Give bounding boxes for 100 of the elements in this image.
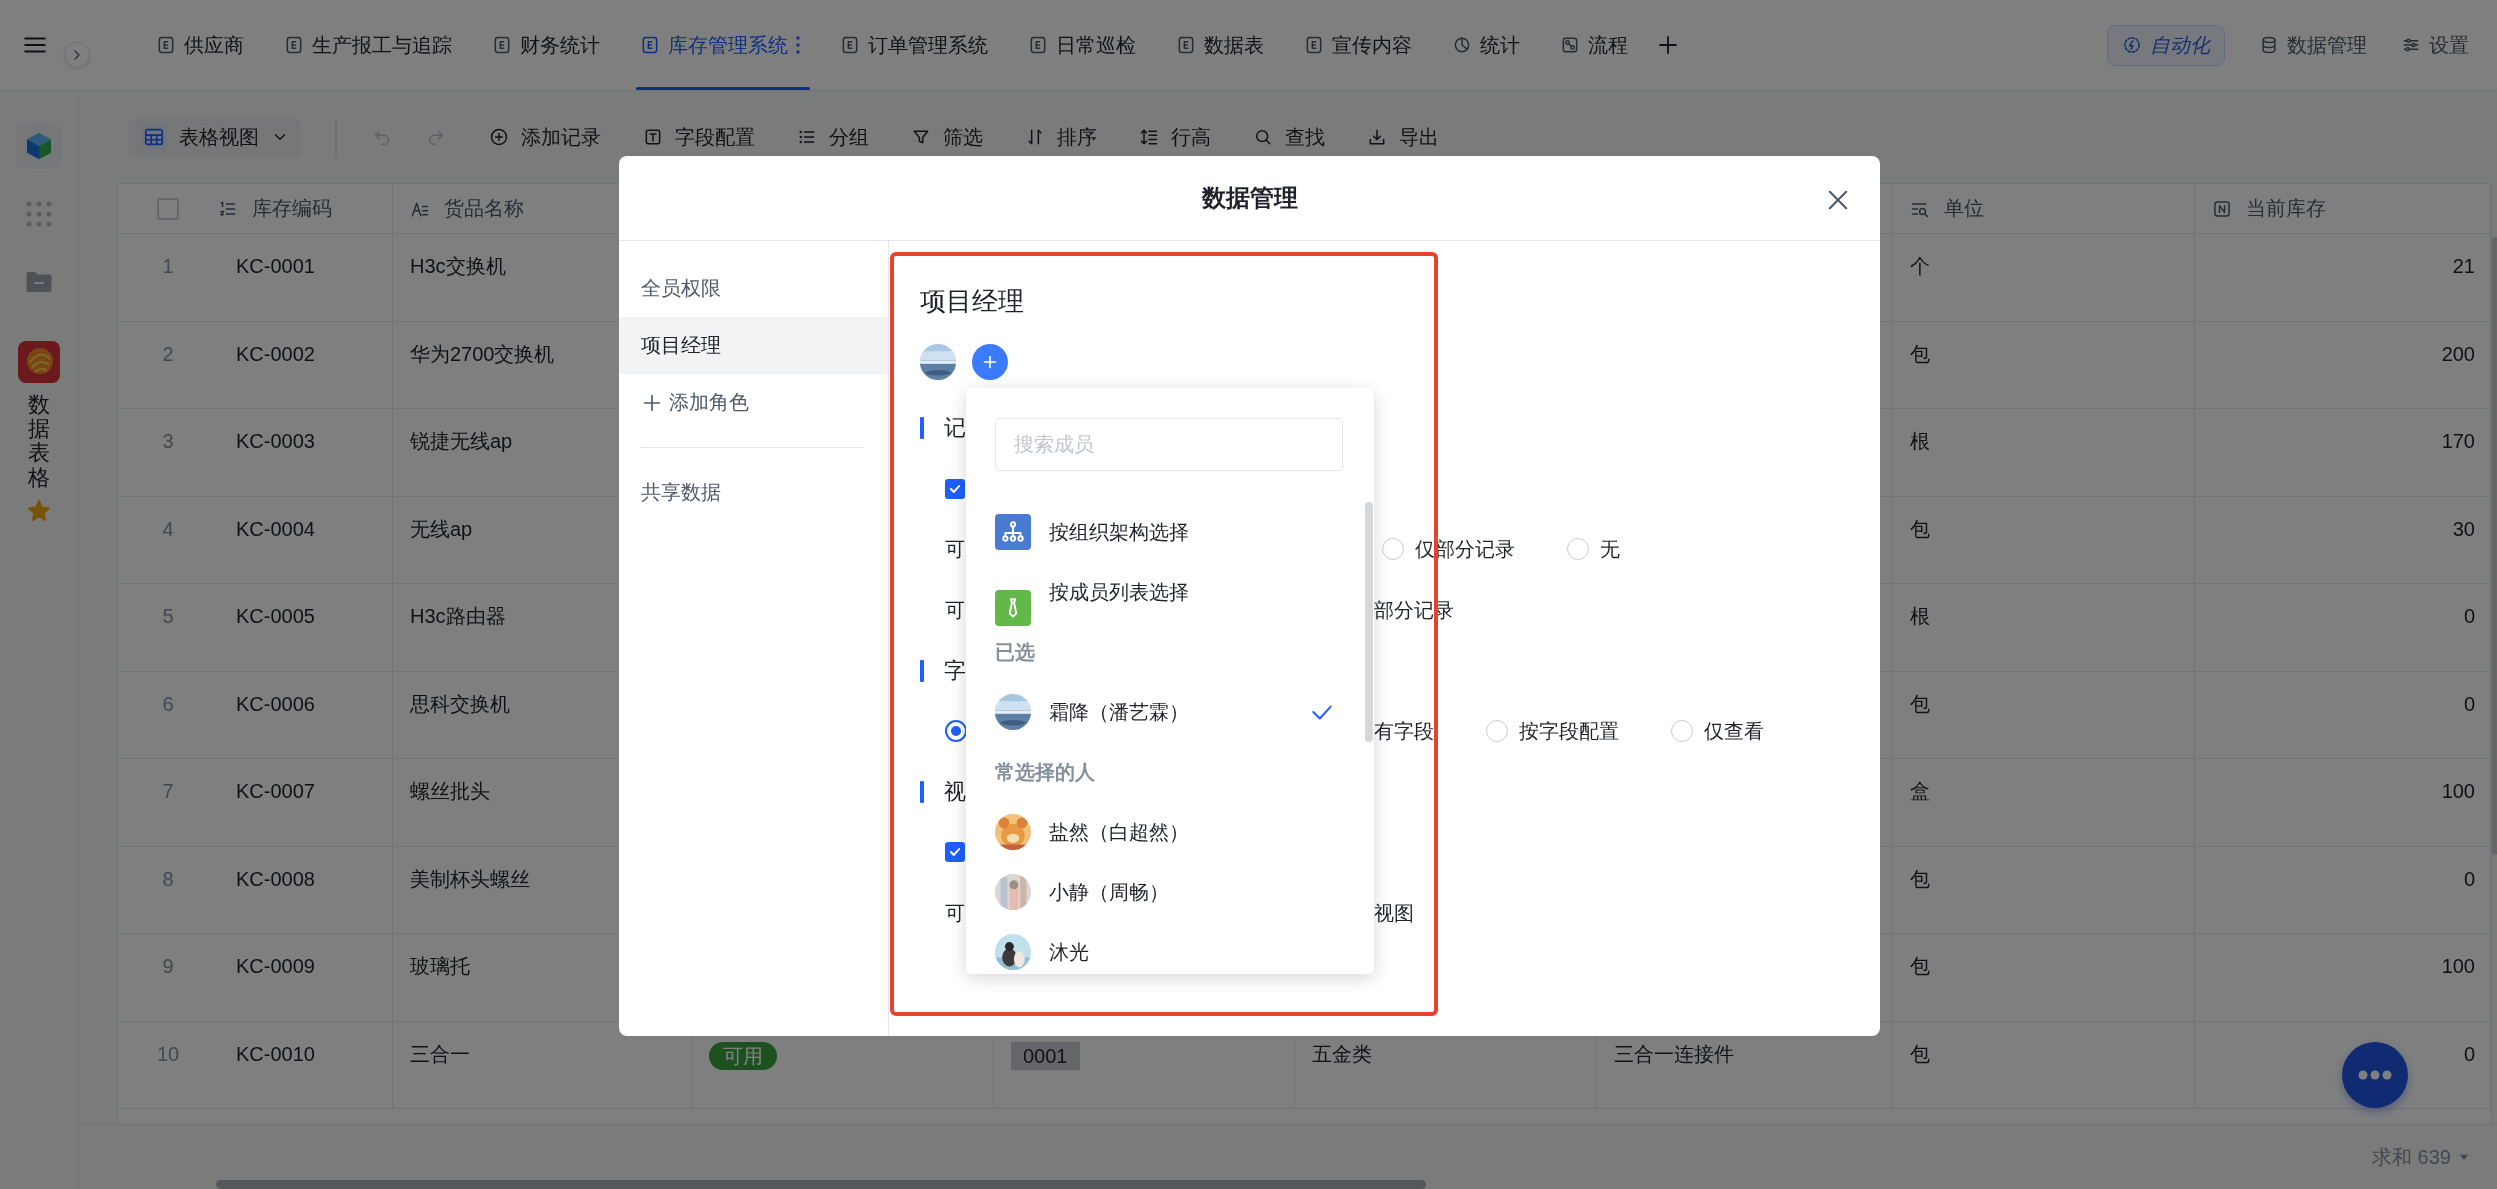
toolbar-button[interactable]: 字段配置: [643, 123, 755, 151]
table-cell: 170: [2441, 430, 2475, 452]
pie-chart-icon: [1452, 35, 1472, 55]
table-cell: 0: [2463, 605, 2475, 627]
section-title: 字: [944, 656, 966, 685]
table-cell-text: KC-0005: [236, 604, 315, 629]
add-circle-icon: [489, 127, 509, 147]
tab[interactable]: 库存管理系统: [620, 0, 820, 90]
document-icon: [1176, 35, 1196, 55]
add-role-button[interactable]: 添加角色: [619, 374, 888, 431]
tab[interactable]: 财务统计: [472, 0, 620, 90]
more-icon[interactable]: [796, 36, 800, 54]
tab[interactable]: 日常巡检: [1008, 0, 1156, 90]
toolbar-button[interactable]: 分组: [797, 123, 869, 151]
flow-icon: [1560, 35, 1580, 55]
scrollbar-thumb[interactable]: [1365, 502, 1373, 742]
tab[interactable]: 订单管理系统: [820, 0, 1008, 90]
table-cell: 三合一: [410, 1042, 470, 1065]
search-field[interactable]: 搜索成员: [995, 418, 1343, 471]
table-cell-text: KC-0003: [236, 429, 315, 454]
table-cell: 21: [2452, 255, 2475, 277]
toolbar-button[interactable]: 筛选: [911, 123, 983, 151]
table-cell-text: KC-0001: [236, 254, 315, 279]
column-header[interactable]: 货品名称: [444, 195, 524, 222]
table-cell-text: KC-0002: [236, 341, 315, 367]
column-header[interactable]: 单位: [1944, 195, 1984, 222]
radio-button[interactable]: [945, 720, 967, 743]
table-cell: 根: [1910, 605, 1930, 627]
table-cell: 思科交换机: [410, 692, 510, 715]
row-number: 2: [161, 341, 175, 367]
checkbox[interactable]: [945, 842, 965, 863]
checkbox[interactable]: [945, 478, 965, 499]
nav-item[interactable]: 共享数据: [619, 464, 888, 521]
member-item[interactable]: 盐然（白超然）: [995, 802, 1335, 862]
nav-item[interactable]: 全员权限: [619, 260, 888, 317]
app-name: 数据表格: [28, 393, 50, 490]
document-icon: [640, 35, 660, 55]
org-chart-icon: [1000, 519, 1026, 545]
table-cell: 美制杯头螺丝: [410, 867, 530, 890]
table-cell: 个: [1910, 255, 1930, 277]
table-cell: 锐捷无线ap: [410, 430, 513, 452]
settings-button[interactable]: 设置: [2401, 31, 2469, 59]
member-item[interactable]: 沐光: [995, 922, 1335, 974]
tab[interactable]: 流程: [1540, 0, 1648, 90]
tab[interactable]: 供应商: [136, 0, 264, 90]
table-cell: 螺丝批头: [410, 780, 490, 802]
table-cell-text: KC-0004: [236, 516, 315, 542]
plus-icon: [1656, 33, 1680, 57]
tab[interactable]: 统计: [1432, 0, 1540, 90]
section-title: 视: [944, 777, 966, 806]
select-all-checkbox[interactable]: [157, 197, 179, 220]
column-header[interactable]: 库存编码: [252, 195, 332, 222]
toolbar-button[interactable]: 查找: [1253, 123, 1325, 151]
table-cell: 0: [2463, 1042, 2475, 1065]
table-cell: 五金类: [1312, 1042, 1372, 1065]
toolbar-button[interactable]: 导出: [1367, 123, 1439, 151]
option-label: 有字段: [1374, 718, 1434, 744]
table-cell: 三合一连接件: [1614, 1042, 1734, 1065]
table-cell-text: KC-0008: [236, 866, 315, 892]
star-icon[interactable]: [26, 497, 52, 524]
dialog-title: 数据管理: [1201, 183, 1298, 213]
member-item[interactable]: 小静（周畅）: [995, 862, 1335, 922]
view-dropdown[interactable]: 表格视图: [129, 117, 301, 157]
menu-item[interactable]: 按组织架构选择: [995, 502, 1335, 562]
text-field-icon: [643, 127, 663, 147]
table-cell: 100: [2441, 780, 2475, 802]
app-icon[interactable]: [18, 341, 60, 383]
table-cell-text: KC-0007: [236, 779, 315, 804]
table-icon: [143, 126, 165, 148]
member-item[interactable]: 霜降（潘艺霖）: [995, 682, 1335, 742]
search-icon: [1253, 127, 1273, 147]
row-number: 4: [161, 516, 175, 542]
logo-tile[interactable]: [16, 123, 62, 169]
toolbar-button[interactable]: 排序: [1025, 123, 1097, 151]
column-header[interactable]: 当前库存: [2246, 195, 2326, 222]
toolbar-button[interactable]: 行高: [1139, 123, 1211, 151]
group-label: 已选: [995, 639, 1036, 665]
document-icon: [284, 35, 304, 55]
tab[interactable]: 生产报工与追踪: [264, 0, 472, 90]
role-heading: 项目经理: [920, 285, 1025, 317]
more-icon: [2358, 1070, 2392, 1080]
toolbar-button[interactable]: 数据管理: [2259, 31, 2367, 59]
tab[interactable]: 宣传内容: [1284, 0, 1432, 90]
table-cell-text: KC-0006: [236, 691, 315, 717]
apps-grid-icon[interactable]: [24, 199, 54, 229]
expand-button[interactable]: [64, 42, 90, 68]
option-label: 视图: [1374, 900, 1414, 926]
row-number: 8: [161, 866, 175, 892]
table-cell: 盒: [1910, 780, 1930, 802]
setting-label: 可: [945, 900, 965, 926]
tab[interactable]: 数据表: [1156, 0, 1284, 90]
toolbar-button[interactable]: 添加记录: [489, 123, 601, 151]
row-number: 10: [155, 1041, 181, 1067]
add-member-button[interactable]: [972, 344, 1008, 380]
row-number: 7: [161, 779, 175, 804]
toolbar-button[interactable]: 自动化: [2107, 24, 2225, 66]
scrollbar-thumb[interactable]: [216, 1180, 1426, 1189]
nav-item[interactable]: 项目经理: [619, 317, 888, 374]
table-cell: 无线ap: [410, 517, 473, 540]
table-cell: 200: [2441, 342, 2475, 365]
